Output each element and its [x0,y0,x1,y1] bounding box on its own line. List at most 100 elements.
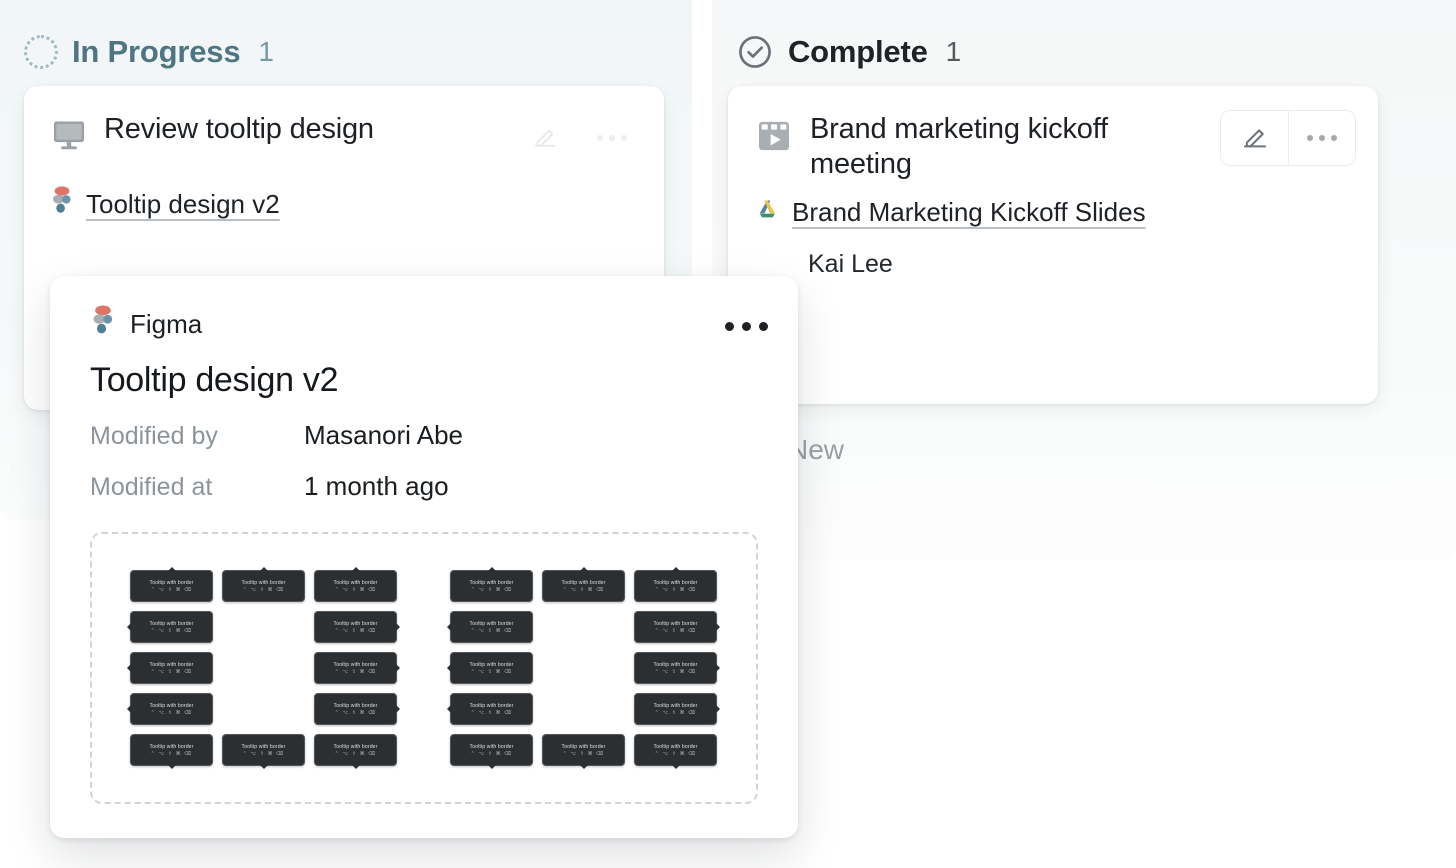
tooltip-arrow-icon [127,664,131,672]
tooltip-shortcut: ⌃ ⌥ ⇧ ⌘ ⌫ [151,628,193,634]
tooltip-shortcut: ⌃ ⌥ ⇧ ⌘ ⌫ [335,710,377,716]
tooltip-shortcut: ⌃ ⌥ ⇧ ⌘ ⌫ [563,751,605,757]
attachment-label[interactable]: Tooltip design v2 [86,189,280,220]
kanban-board: In Progress 1 Complete 1 [0,0,1456,868]
attachment-label[interactable]: Brand Marketing Kickoff Slides [792,197,1146,228]
tooltip-preview-item: Tooltip with border⌃ ⌥ ⇧ ⌘ ⌫ [222,734,305,766]
tooltip-arrow-icon [260,567,268,571]
file-preview-popover: Figma Tooltip design v2 Modified by Masa… [50,276,798,838]
tooltip-arrow-icon [168,567,176,571]
more-options-button[interactable] [1288,110,1356,166]
tooltip-shortcut: ⌃ ⌥ ⇧ ⌘ ⌫ [655,628,697,634]
google-drive-icon [754,197,780,228]
tooltip-preview-item: Tooltip with border⌃ ⌥ ⇧ ⌘ ⌫ [450,611,533,643]
tooltip-label: Tooltip with border [150,621,194,627]
tooltip-arrow-icon [488,765,496,769]
tooltip-label: Tooltip with border [150,580,194,586]
tooltip-ring-group: Tooltip with border⌃ ⌥ ⇧ ⌘ ⌫Tooltip with… [130,570,398,766]
tooltip-arrow-icon [396,623,400,631]
dotted-circle-icon [24,35,58,69]
tooltip-label: Tooltip with border [654,703,698,709]
tooltip-arrow-icon [672,567,680,571]
tooltip-shortcut: ⌃ ⌥ ⇧ ⌘ ⌫ [471,587,513,593]
tooltip-preview-item: Tooltip with border⌃ ⌥ ⇧ ⌘ ⌫ [314,652,397,684]
tooltip-label: Tooltip with border [150,662,194,668]
edit-button[interactable] [510,110,578,166]
tooltip-shortcut: ⌃ ⌥ ⇧ ⌘ ⌫ [335,669,377,675]
tooltip-label: Tooltip with border [654,580,698,586]
video-slides-icon [754,116,794,161]
tooltip-label: Tooltip with border [654,621,698,627]
tooltip-preview-item: Tooltip with border⌃ ⌥ ⇧ ⌘ ⌫ [634,693,717,725]
tooltip-preview-item: Tooltip with border⌃ ⌥ ⇧ ⌘ ⌫ [130,734,213,766]
task-title: Brand marketing kickoff meeting [810,112,1210,183]
column-header-in-progress: In Progress 1 [0,0,692,84]
column-count: 1 [258,36,274,68]
tooltip-arrow-icon [260,765,268,769]
tooltip-preview-item: Tooltip with border⌃ ⌥ ⇧ ⌘ ⌫ [314,570,397,602]
tooltip-shortcut: ⌃ ⌥ ⇧ ⌘ ⌫ [655,669,697,675]
tooltip-preview-item: Tooltip with border⌃ ⌥ ⇧ ⌘ ⌫ [542,734,625,766]
tooltip-preview-item: Tooltip with border⌃ ⌥ ⇧ ⌘ ⌫ [542,570,625,602]
tooltip-arrow-icon [716,705,720,713]
task-title: Review tooltip design [104,112,374,147]
attachment-row[interactable]: Tooltip design v2 [24,185,664,224]
edit-button[interactable] [1220,110,1288,166]
file-thumbnail-preview[interactable]: Tooltip with border⌃ ⌥ ⇧ ⌘ ⌫Tooltip with… [90,532,758,804]
tooltip-arrow-icon [352,765,360,769]
tooltip-label: Tooltip with border [334,703,378,709]
tooltip-label: Tooltip with border [242,580,286,586]
column-header-complete: Complete 1 [712,0,1456,84]
tooltip-shortcut: ⌃ ⌥ ⇧ ⌘ ⌫ [471,669,513,675]
column-title: Complete [788,34,928,70]
popover-field-modified-by: Modified by Masanori Abe [50,400,798,451]
tooltip-preview-item: Tooltip with border⌃ ⌥ ⇧ ⌘ ⌫ [130,570,213,602]
tooltip-shortcut: ⌃ ⌥ ⇧ ⌘ ⌫ [471,628,513,634]
tooltip-ring-group: Tooltip with border⌃ ⌥ ⇧ ⌘ ⌫Tooltip with… [450,570,718,766]
figma-icon [50,185,74,224]
tooltip-arrow-icon [580,567,588,571]
tooltip-preview-item: Tooltip with border⌃ ⌥ ⇧ ⌘ ⌫ [314,734,397,766]
tooltip-arrow-icon [396,705,400,713]
tooltip-preview-item: Tooltip with border⌃ ⌥ ⇧ ⌘ ⌫ [450,693,533,725]
ellipsis-icon [1307,135,1337,141]
tooltip-shortcut: ⌃ ⌥ ⇧ ⌘ ⌫ [151,751,193,757]
field-label: Modified at [90,473,304,502]
assignee-name: Kai Lee [728,250,1378,279]
card-actions-kickoff [1220,110,1356,166]
tooltip-arrow-icon [580,765,588,769]
popover-more-options-button[interactable] [725,318,768,331]
check-circle-icon [736,33,774,71]
tooltip-preview-item: Tooltip with border⌃ ⌥ ⇧ ⌘ ⌫ [450,570,533,602]
tooltip-label: Tooltip with border [562,580,606,586]
tooltip-shortcut: ⌃ ⌥ ⇧ ⌘ ⌫ [151,710,193,716]
popover-app-name: Figma [130,309,202,340]
field-label: Modified by [90,422,304,451]
thumbnail-content: Tooltip with border⌃ ⌥ ⇧ ⌘ ⌫Tooltip with… [92,534,756,802]
popover-file-title: Tooltip design v2 [50,345,798,400]
task-card-brand-marketing-kickoff[interactable]: Brand marketing kickoff meeting [728,86,1378,404]
tooltip-shortcut: ⌃ ⌥ ⇧ ⌘ ⌫ [471,710,513,716]
field-value: 1 month ago [304,471,449,502]
tooltip-label: Tooltip with border [654,744,698,750]
tooltip-label: Tooltip with border [562,744,606,750]
tooltip-shortcut: ⌃ ⌥ ⇧ ⌘ ⌫ [471,751,513,757]
tooltip-preview-item: Tooltip with border⌃ ⌥ ⇧ ⌘ ⌫ [314,693,397,725]
pencil-icon [531,123,559,154]
tooltip-preview-item: Tooltip with border⌃ ⌥ ⇧ ⌘ ⌫ [634,734,717,766]
tooltip-arrow-icon [716,623,720,631]
tooltip-label: Tooltip with border [334,580,378,586]
tooltip-shortcut: ⌃ ⌥ ⇧ ⌘ ⌫ [151,587,193,593]
more-options-button[interactable] [578,110,646,166]
tooltip-preview-item: Tooltip with border⌃ ⌥ ⇧ ⌘ ⌫ [314,611,397,643]
tooltip-shortcut: ⌃ ⌥ ⇧ ⌘ ⌫ [335,628,377,634]
tooltip-arrow-icon [447,664,451,672]
tooltip-label: Tooltip with border [334,744,378,750]
tooltip-arrow-icon [447,705,451,713]
tooltip-label: Tooltip with border [470,662,514,668]
tooltip-shortcut: ⌃ ⌥ ⇧ ⌘ ⌫ [335,751,377,757]
attachment-row[interactable]: Brand Marketing Kickoff Slides [728,197,1378,228]
column-title: In Progress [72,34,240,70]
tooltip-arrow-icon [127,623,131,631]
tooltip-shortcut: ⌃ ⌥ ⇧ ⌘ ⌫ [655,587,697,593]
